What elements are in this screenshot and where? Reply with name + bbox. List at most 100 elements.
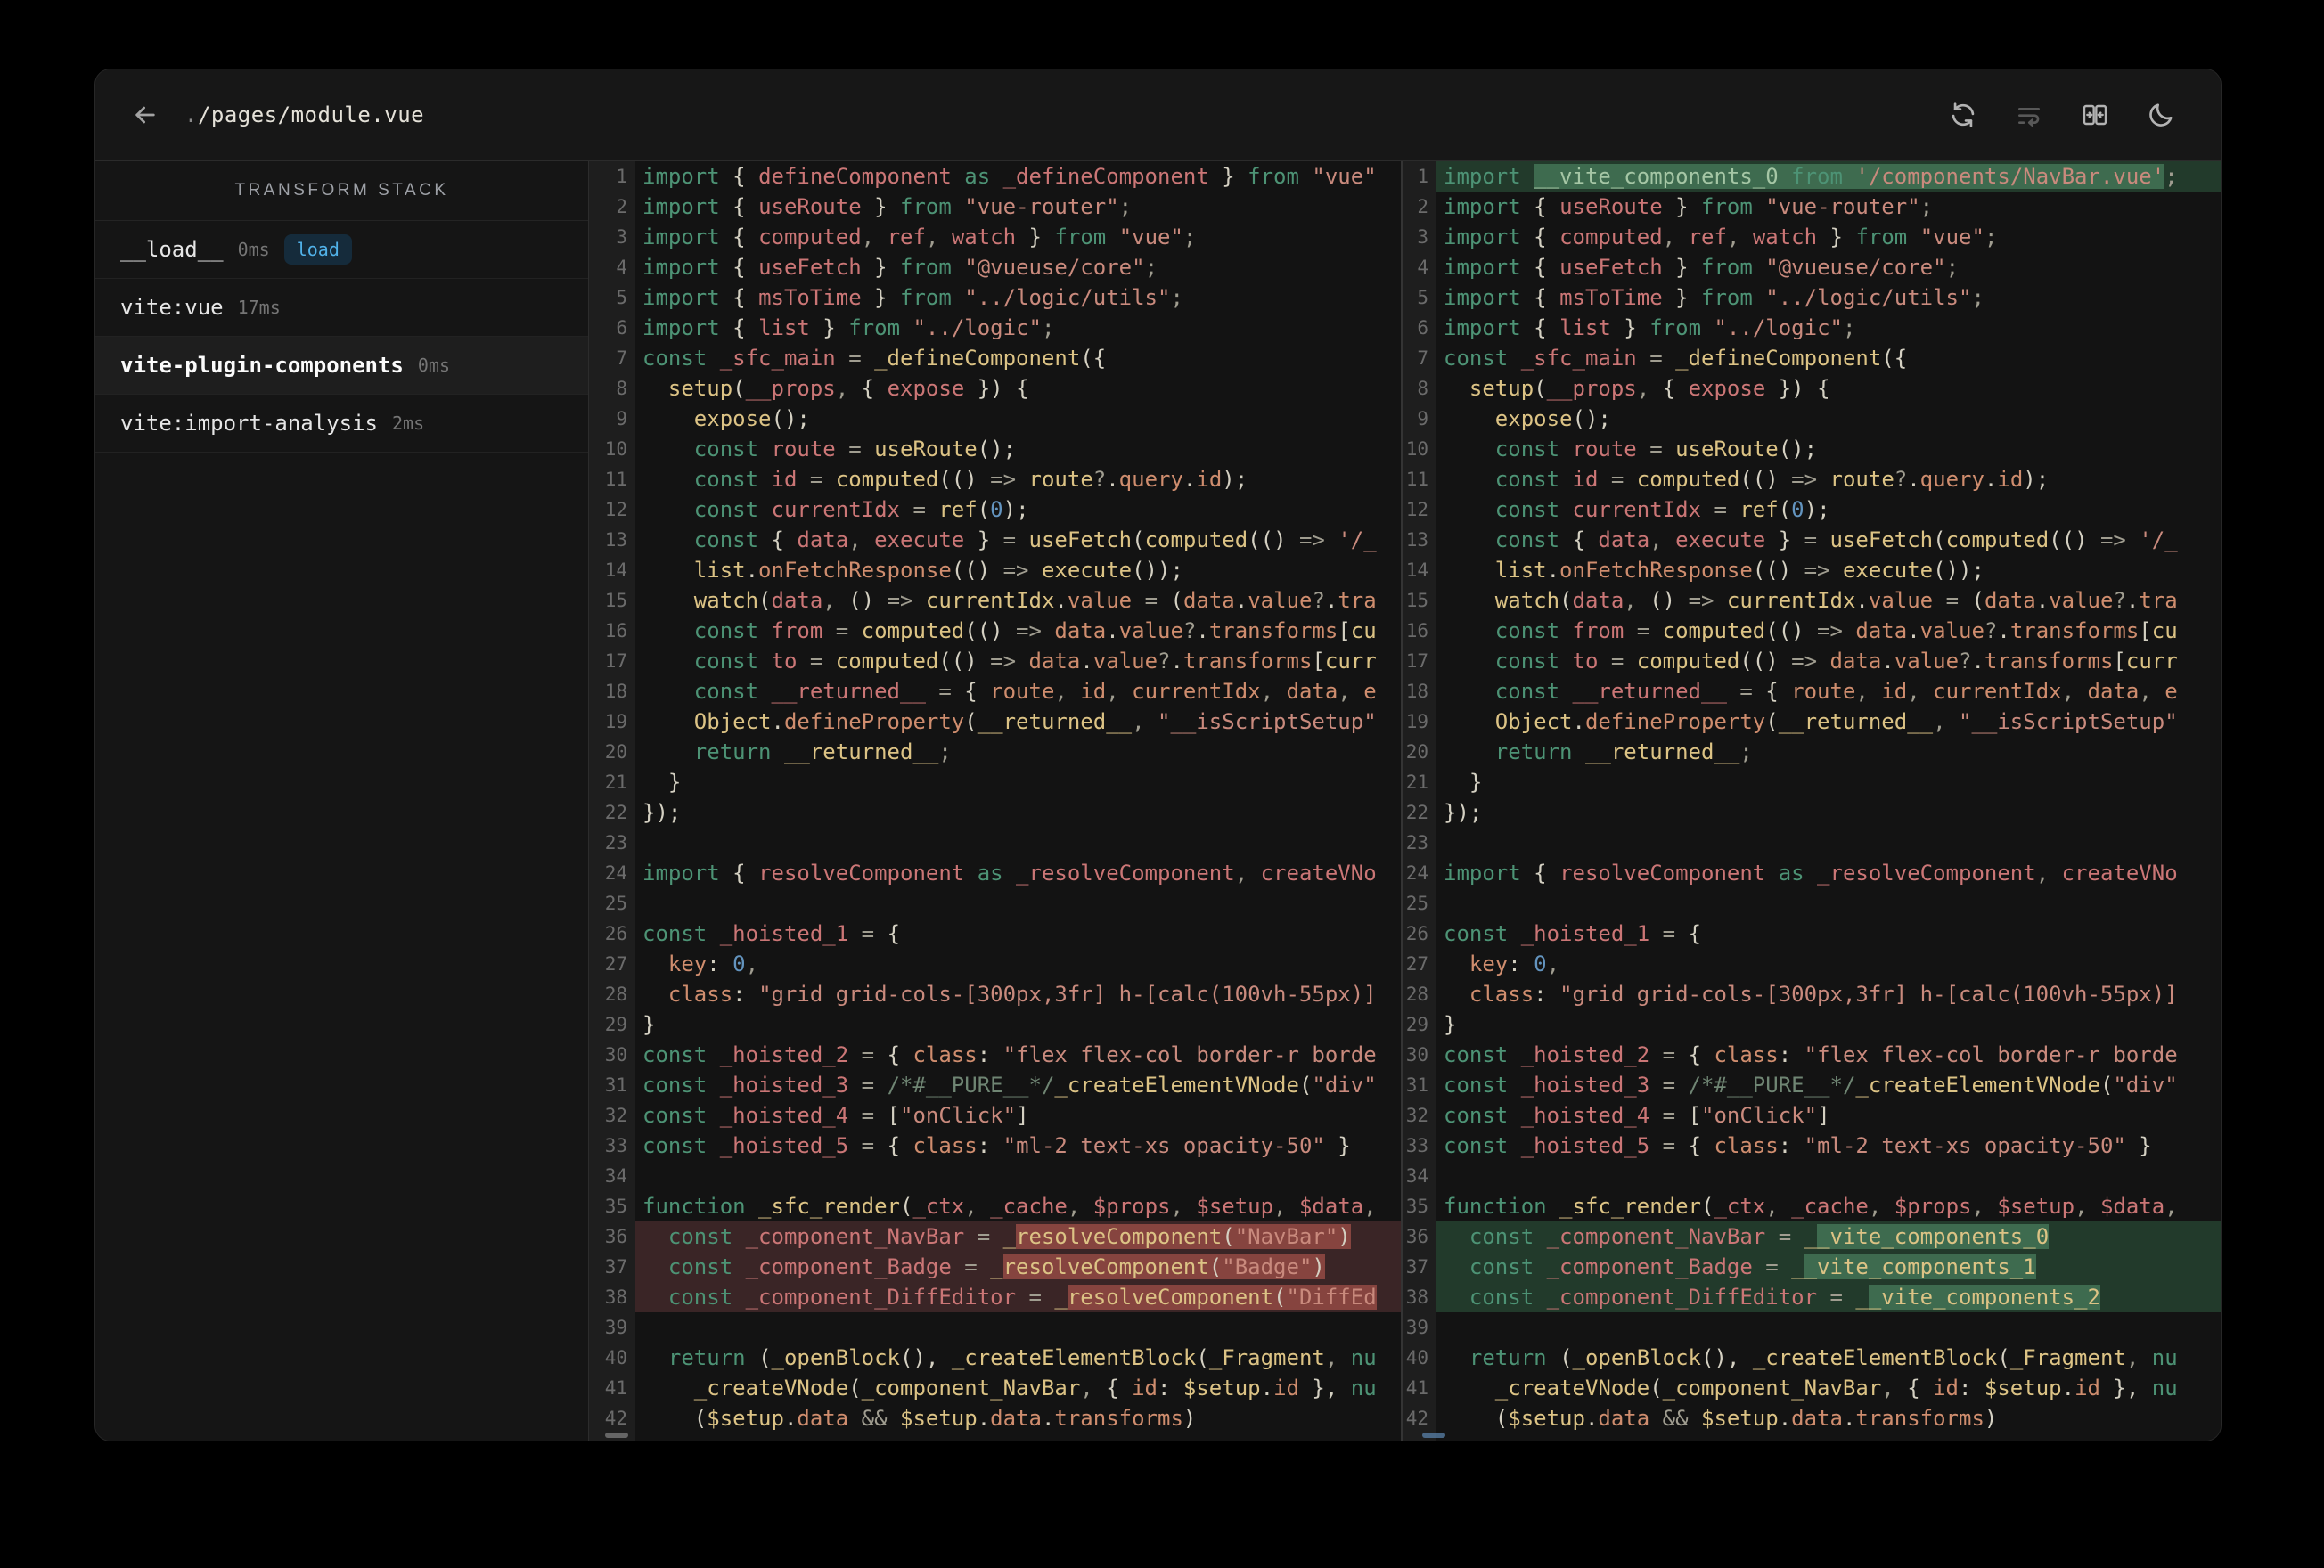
code-line: 4 import { useFetch } from "@vueuse/core"… — [1403, 252, 2221, 282]
code-line: 35 function _sfc_render(_ctx, _cache, $pr… — [1403, 1191, 2221, 1221]
transform-time: 2ms — [391, 412, 425, 434]
code-panel-before[interactable]: 1 import { defineComponent as _defineComp… — [589, 161, 1403, 1441]
line-number: 11 — [604, 469, 627, 490]
sidebar-item-vite-vue[interactable]: vite:vue 17ms — [95, 279, 588, 337]
code-line: 42 ($setup.data && $setup.data.transform… — [1403, 1403, 2221, 1433]
code-line: 26 const _hoisted_1 = { — [589, 919, 1401, 949]
code-line: 14 list.onFetchResponse(() => execute())… — [589, 555, 1401, 585]
refresh-button[interactable] — [1948, 100, 1978, 130]
line-number: 26 — [1405, 923, 1428, 944]
code-text: import { list } from "../logic"; — [642, 315, 1055, 340]
line-number: 42 — [604, 1408, 627, 1429]
transform-time: 0ms — [237, 239, 270, 260]
line-number: 11 — [1405, 469, 1428, 490]
code-line: 34 — [1403, 1161, 2221, 1191]
code-text: setup(__props, { expose }) { — [1469, 376, 1830, 401]
code-line: 3 import { computed, ref, watch } from "v… — [1403, 222, 2221, 252]
transform-time: 0ms — [417, 355, 451, 376]
h-scrollbar-thumb[interactable] — [1422, 1433, 1445, 1438]
code-line: 31 const _hoisted_3 = /*#__PURE__*/_creat… — [589, 1070, 1401, 1100]
line-number: 29 — [1405, 1014, 1428, 1035]
code-text: watch(data, () => currentIdx.value = (da… — [693, 588, 1377, 613]
code-text: expose(); — [693, 406, 810, 431]
code-text: import { computed, ref, watch } from "vu… — [642, 225, 1197, 249]
line-number: 29 — [604, 1014, 627, 1035]
line-number: 38 — [1405, 1286, 1428, 1308]
code-text: const _component_NavBar = __vite_compone… — [1436, 1221, 2221, 1252]
code-line: 27 key: 0, — [1403, 949, 2221, 979]
file-path: ./pages/module.vue — [184, 102, 424, 127]
code-text: import { msToTime } from "../logic/utils… — [1444, 285, 1984, 310]
code-text: const _hoisted_3 = /*#__PURE__*/_createE… — [642, 1073, 1377, 1098]
line-number: 41 — [1405, 1377, 1428, 1399]
line-wrap-toggle-button[interactable] — [2014, 100, 2044, 130]
line-number: 5 — [1417, 287, 1428, 308]
code-text: Object.defineProperty(__returned__, "__i… — [1494, 709, 2178, 734]
line-number: 33 — [604, 1135, 627, 1156]
line-number: 23 — [1405, 832, 1428, 853]
code-text: return __returned__; — [693, 739, 952, 764]
line-number: 14 — [1405, 559, 1428, 581]
code-text: import { resolveComponent as _resolveCom… — [1444, 861, 2178, 886]
code-text: const _component_NavBar = _resolveCompon… — [635, 1221, 1401, 1252]
line-number: 36 — [604, 1226, 627, 1247]
code-line: 25 — [1403, 888, 2221, 919]
line-number: 42 — [1405, 1408, 1428, 1429]
code-line: 18 const __returned__ = { route, id, cur… — [1403, 676, 2221, 706]
line-number: 17 — [1405, 650, 1428, 672]
line-number: 36 — [1405, 1226, 1428, 1247]
line-number: 4 — [616, 257, 627, 278]
code-text: const { data, execute } = useFetch(compu… — [1494, 527, 2178, 552]
transform-name: vite:vue — [120, 295, 224, 320]
code-text: _createVNode(_component_NavBar, { id: $s… — [693, 1376, 1377, 1401]
sidebar-item-vite-import-analysis[interactable]: vite:import-analysis 2ms — [95, 395, 588, 453]
code-text: import { useRoute } from "vue-router"; — [642, 194, 1133, 219]
sidebar-item-load[interactable]: __load__ 0ms load — [95, 221, 588, 279]
line-number: 2 — [1417, 196, 1428, 217]
code-line: 12 const currentIdx = ref(0); — [1403, 494, 2221, 525]
line-number: 34 — [604, 1165, 627, 1187]
code-text: import { msToTime } from "../logic/utils… — [642, 285, 1183, 310]
code-line: 41 _createVNode(_component_NavBar, { id:… — [1403, 1373, 2221, 1403]
code-line: 8 setup(__props, { expose }) { — [1403, 373, 2221, 404]
code-line: 40 return (_openBlock(), _createElementB… — [589, 1343, 1401, 1373]
back-button[interactable] — [126, 95, 165, 135]
code-line: 12 const currentIdx = ref(0); — [589, 494, 1401, 525]
code-line: 4 import { useFetch } from "@vueuse/core"… — [589, 252, 1401, 282]
code-text: import { resolveComponent as _resolveCom… — [642, 861, 1377, 886]
code-text: return (_openBlock(), _createElementBloc… — [1469, 1345, 2178, 1370]
line-number: 25 — [604, 893, 627, 914]
theme-toggle-button[interactable] — [2146, 100, 2176, 130]
code-line: 1 import __vite_components_0 from '/compo… — [1403, 161, 2221, 192]
code-line: 11 const id = computed(() => route?.quer… — [589, 464, 1401, 494]
line-number: 24 — [604, 862, 627, 884]
code-panel-after[interactable]: 1 import __vite_components_0 from '/compo… — [1403, 161, 2221, 1441]
code-line: 37 const _component_Badge = _resolveComp… — [589, 1252, 1401, 1282]
code-text: } — [642, 1012, 656, 1037]
code-text: const _hoisted_2 = { class: "flex flex-c… — [642, 1042, 1377, 1067]
code-line: 1 import { defineComponent as _defineComp… — [589, 161, 1401, 192]
code-line: 20 return __returned__; — [1403, 737, 2221, 767]
code-line: 2 import { useRoute } from "vue-router"; — [1403, 192, 2221, 222]
code-text: return (_openBlock(), _createElementBloc… — [667, 1345, 1377, 1370]
code-line: 16 const from = computed(() => data.valu… — [1403, 616, 2221, 646]
code-line: 2 import { useRoute } from "vue-router"; — [589, 192, 1401, 222]
line-number: 19 — [604, 711, 627, 732]
code-line: 28 class: "grid grid-cols-[300px,3fr] h-… — [589, 979, 1401, 1009]
line-number: 28 — [1405, 984, 1428, 1005]
code-text: ($setup.data && $setup.data.transforms) — [642, 1406, 1197, 1431]
code-text: import { useRoute } from "vue-router"; — [1444, 194, 1934, 219]
line-number: 3 — [1417, 226, 1428, 248]
code-text: const _sfc_main = _defineComponent({ — [642, 346, 1107, 371]
code-text: key: 0, — [1469, 951, 1560, 976]
code-line: 30 const _hoisted_2 = { class: "flex flex… — [589, 1040, 1401, 1070]
code-line: 15 watch(data, () => currentIdx.value = … — [589, 585, 1401, 616]
sidebar-item-vite-plugin-components[interactable]: vite-plugin-components 0ms — [95, 337, 588, 395]
h-scrollbar-thumb[interactable] — [605, 1433, 628, 1438]
code-text: setup(__props, { expose }) { — [667, 376, 1029, 401]
side-by-side-toggle-button[interactable] — [2080, 100, 2110, 130]
